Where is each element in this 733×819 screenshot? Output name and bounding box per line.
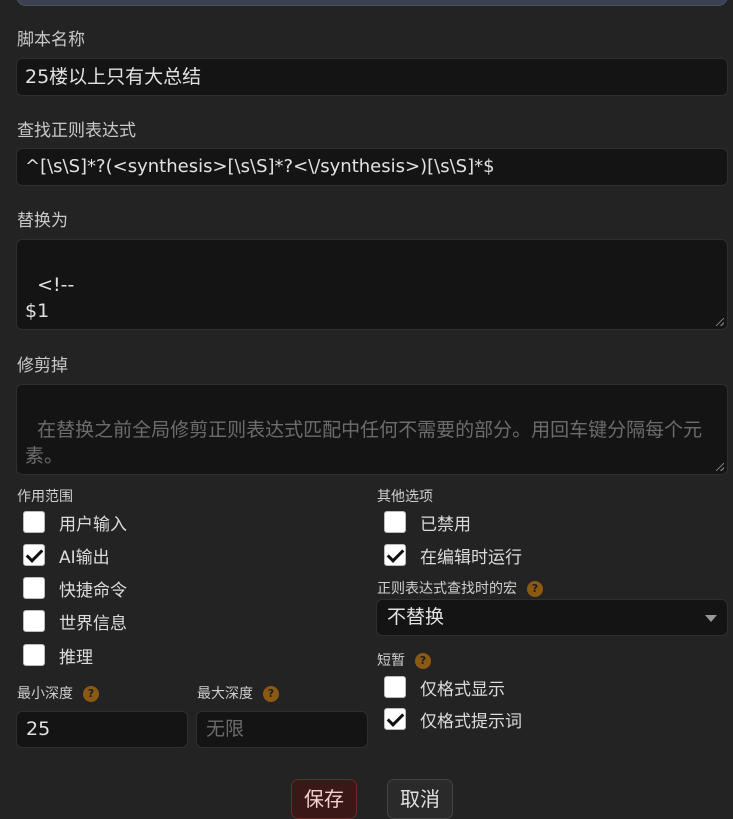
prompt-only-checkbox[interactable]: 仅格式提示词 xyxy=(384,706,522,732)
checkbox-box[interactable] xyxy=(23,644,45,666)
disabled-checkbox[interactable]: 已禁用 xyxy=(384,509,471,535)
trim-out-placeholder: 在替换之前全局修剪正则表达式匹配中任何不需要的部分。用回车键分隔每个元素。 xyxy=(25,419,703,467)
scope-world-info-checkbox[interactable]: 世界信息 xyxy=(23,608,127,634)
checkbox-box[interactable] xyxy=(23,544,45,566)
help-icon[interactable]: ? xyxy=(415,653,431,669)
ephemeral-heading-text: 短暂 xyxy=(377,653,405,669)
replace-with-textarea[interactable]: <!-- $1 --> xyxy=(16,239,728,330)
replace-with-label: 替换为 xyxy=(17,211,68,231)
macro-selected-value: 不替换 xyxy=(387,606,445,628)
script-name-input[interactable]: 25楼以上只有大总结 xyxy=(16,58,728,96)
trim-out-label: 修剪掉 xyxy=(17,356,68,376)
max-depth-placeholder: 无限 xyxy=(206,718,245,740)
macro-label-text: 正则表达式查找时的宏 xyxy=(377,581,517,597)
resize-handle-icon[interactable] xyxy=(716,463,724,471)
find-regex-input[interactable]: ^[\s\S]*?(<synthesis>[\s\S]*?<\/synthesi… xyxy=(16,148,728,186)
macro-select[interactable]: 不替换 xyxy=(376,599,728,636)
help-icon[interactable]: ? xyxy=(263,686,279,702)
checkbox-label: 世界信息 xyxy=(59,613,127,634)
cancel-button[interactable]: 取消 xyxy=(387,779,453,819)
checkbox-box[interactable] xyxy=(23,511,45,533)
min-depth-label: 最小深度? xyxy=(17,683,99,703)
checkbox-label: 用户输入 xyxy=(59,514,127,535)
checkbox-box[interactable] xyxy=(384,511,406,533)
other-options-heading: 其他选项 xyxy=(377,489,433,505)
checkbox-box[interactable] xyxy=(384,676,406,698)
scope-heading: 作用范围 xyxy=(17,489,73,505)
checkbox-label: 在编辑时运行 xyxy=(420,547,522,568)
top-panel-edge xyxy=(16,0,728,6)
ephemeral-heading: 短暂? xyxy=(377,650,431,670)
max-depth-input[interactable]: 无限 xyxy=(196,711,368,748)
scope-ai-output-checkbox[interactable]: AI输出 xyxy=(23,542,110,568)
checkbox-box[interactable] xyxy=(23,577,45,599)
checkbox-label: AI输出 xyxy=(59,547,110,568)
checkbox-box[interactable] xyxy=(23,610,45,632)
save-button[interactable]: 保存 xyxy=(291,779,357,819)
markdown-only-checkbox[interactable]: 仅格式显示 xyxy=(384,674,505,700)
help-icon[interactable]: ? xyxy=(83,686,99,702)
help-icon[interactable]: ? xyxy=(527,581,543,597)
max-depth-label-text: 最大深度 xyxy=(197,686,253,702)
checkbox-label: 仅格式显示 xyxy=(420,679,505,700)
checkbox-box[interactable] xyxy=(384,708,406,730)
checkbox-label: 仅格式提示词 xyxy=(420,711,522,732)
checkbox-label: 已禁用 xyxy=(420,514,471,535)
scope-slash-commands-checkbox[interactable]: 快捷命令 xyxy=(23,575,127,601)
trim-out-textarea[interactable]: 在替换之前全局修剪正则表达式匹配中任何不需要的部分。用回车键分隔每个元素。 xyxy=(16,384,728,475)
script-name-label: 脚本名称 xyxy=(17,30,85,50)
max-depth-label: 最大深度? xyxy=(197,683,279,703)
min-depth-label-text: 最小深度 xyxy=(17,686,73,702)
scope-user-input-checkbox[interactable]: 用户输入 xyxy=(23,509,127,535)
scope-reasoning-checkbox[interactable]: 推理 xyxy=(23,642,93,668)
checkbox-label: 推理 xyxy=(59,647,93,668)
find-regex-label: 查找正则表达式 xyxy=(17,121,136,141)
chevron-down-icon xyxy=(705,615,717,622)
macro-label: 正则表达式查找时的宏? xyxy=(377,578,543,598)
min-depth-input[interactable]: 25 xyxy=(16,711,188,748)
resize-handle-icon[interactable] xyxy=(716,318,724,326)
checkbox-box[interactable] xyxy=(384,544,406,566)
checkbox-label: 快捷命令 xyxy=(59,580,127,601)
replace-with-text: <!-- $1 --> xyxy=(25,274,75,329)
run-on-edit-checkbox[interactable]: 在编辑时运行 xyxy=(384,542,522,568)
